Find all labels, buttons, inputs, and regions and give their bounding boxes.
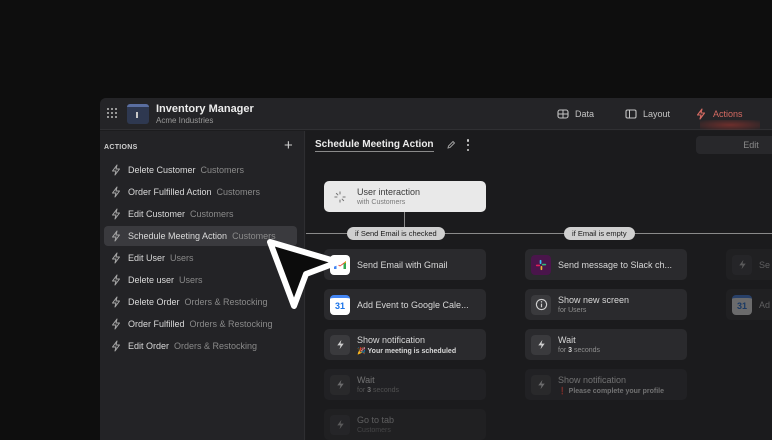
wait-node[interactable]: Wait for 3 seconds — [324, 369, 486, 400]
condition-pill[interactable]: if Email is empty — [564, 227, 635, 240]
active-tab-glow — [700, 120, 760, 130]
node-title: Show new screen — [558, 295, 630, 305]
bolt-icon — [112, 164, 120, 176]
wait-node[interactable]: Wait for 3 seconds — [525, 329, 687, 360]
show-notification-node[interactable]: Show notification 🎉 Your meeting is sche… — [324, 329, 486, 360]
go-to-tab-node[interactable]: Go to tab Customers — [324, 409, 486, 440]
node-subtitle: for Users — [558, 307, 587, 314]
sidebar-item-group: Customers — [216, 187, 261, 197]
third-branch-node[interactable]: Se — [726, 249, 772, 280]
sidebar-item-name: Order Fulfilled — [128, 319, 185, 329]
node-title: Go to tab — [357, 415, 395, 425]
bolt-icon — [112, 340, 120, 352]
sidebar-item[interactable]: Order Fulfilled Action Customers — [104, 182, 297, 202]
sidebar-item-group: Users — [170, 253, 194, 263]
bolt-icon — [531, 374, 551, 395]
tab-data[interactable]: Data — [557, 98, 594, 130]
sidebar-item-group: Orders & Restocking — [184, 297, 268, 307]
app-window: Inventory Manager Acme Industries Data L… — [100, 98, 772, 440]
sidebar-item-name: Delete user — [128, 275, 175, 285]
bolt-icon — [112, 186, 120, 198]
sidebar-item-name: Delete Customer — [128, 165, 196, 175]
stage: Inventory Manager Acme Industries Data L… — [0, 0, 772, 440]
sidebar-item-name: Delete Order — [128, 297, 180, 307]
node-title: Ad — [759, 299, 771, 310]
sidebar-item-group: Orders & Restocking — [174, 341, 258, 351]
sidebar-item-name: Schedule Meeting Action — [128, 231, 228, 241]
third-branch-node[interactable]: 31 Ad — [726, 289, 772, 320]
tab-data-label: Data — [575, 109, 595, 119]
google-calendar-node[interactable]: 31 Add Event to Google Cale... — [324, 289, 486, 320]
node-title: Show notification — [357, 334, 426, 345]
spinner-icon — [330, 187, 350, 207]
tab-actions-label: Actions — [713, 109, 743, 119]
app-grid-icon[interactable] — [107, 108, 117, 118]
bolt-icon — [112, 318, 120, 330]
tab-layout-label: Layout — [643, 109, 671, 119]
pencil-icon[interactable] — [446, 140, 456, 150]
sidebar-item-group: Customers — [200, 165, 245, 175]
gmail-node[interactable]: Send Email with Gmail — [324, 249, 486, 280]
node-title: Wait — [558, 335, 576, 345]
table-icon — [557, 109, 569, 119]
sidebar-item-group: Customers — [190, 209, 234, 219]
layout-icon — [625, 109, 637, 119]
node-subtitle: for 3 seconds — [558, 347, 601, 354]
bolt-icon — [330, 414, 350, 435]
edit-button[interactable]: Edit — [696, 136, 772, 154]
workflow-canvas: Schedule Meeting Action Edit User intera… — [306, 131, 772, 440]
trigger-node[interactable]: User interaction with Customers — [324, 181, 486, 212]
info-icon — [531, 294, 551, 315]
action-title[interactable]: Schedule Meeting Action — [315, 139, 434, 152]
app-subtitle: Acme Industries — [156, 116, 214, 125]
node-subtitle: for 3 seconds — [357, 387, 400, 394]
sidebar-item[interactable]: Delete Customer Customers — [104, 160, 297, 180]
node-title: Wait — [357, 375, 375, 385]
bolt-icon — [112, 274, 120, 286]
sidebar-item-name: Edit Order — [128, 341, 170, 351]
condition-pill[interactable]: if Send Email is checked — [347, 227, 445, 240]
sidebar-item[interactable]: Edit Customer Customers — [104, 204, 297, 224]
add-action-button[interactable]: + — [284, 137, 293, 154]
sidebar-item-name: Edit Customer — [128, 209, 186, 219]
top-bar: Inventory Manager Acme Industries Data L… — [100, 98, 772, 130]
sidebar-item[interactable]: Edit Order Orders & Restocking — [104, 336, 297, 356]
bolt-icon — [112, 230, 120, 242]
bolt-icon — [112, 252, 120, 264]
trigger-title: User interaction — [357, 187, 421, 197]
node-title: Send message to Slack ch... — [558, 259, 673, 270]
sidebar-item-name: Order Fulfilled Action — [128, 187, 212, 197]
slack-icon — [531, 254, 551, 275]
node-subtitle: 🎉 Your meeting is scheduled — [357, 347, 457, 355]
slack-node[interactable]: Send message to Slack ch... — [525, 249, 687, 280]
more-options-icon[interactable] — [466, 139, 470, 151]
node-subtitle: Customers — [357, 427, 391, 434]
sidebar-item-group: Users — [179, 275, 203, 285]
node-title: Show notification — [558, 374, 627, 385]
show-new-screen-node[interactable]: Show new screen for Users — [525, 289, 687, 320]
app-title: Inventory Manager — [156, 103, 254, 115]
bolt-icon — [330, 334, 350, 355]
node-title: Se — [759, 259, 771, 270]
sidebar-item-name: Edit User — [128, 253, 166, 263]
bolt-icon — [112, 296, 120, 308]
trigger-subtitle: with Customers — [357, 199, 406, 206]
bolt-icon — [732, 254, 752, 275]
node-title: Send Email with Gmail — [357, 259, 448, 270]
bolt-icon — [112, 208, 120, 220]
app-logo-icon — [127, 104, 149, 124]
bolt-icon — [330, 374, 350, 395]
bolt-icon — [531, 334, 551, 355]
google-calendar-icon: 31 — [732, 294, 752, 315]
node-subtitle: ❗ Please complete your profile — [558, 387, 664, 395]
bolt-icon — [696, 108, 706, 120]
sidebar-header: ACTIONS — [104, 144, 138, 151]
show-notification-node[interactable]: Show notification ❗ Please complete your… — [525, 369, 687, 400]
sidebar-item-group: Orders & Restocking — [189, 319, 273, 329]
node-title: Add Event to Google Cale... — [357, 299, 469, 310]
tab-layout[interactable]: Layout — [625, 98, 670, 130]
mouse-cursor-icon — [267, 239, 341, 309]
